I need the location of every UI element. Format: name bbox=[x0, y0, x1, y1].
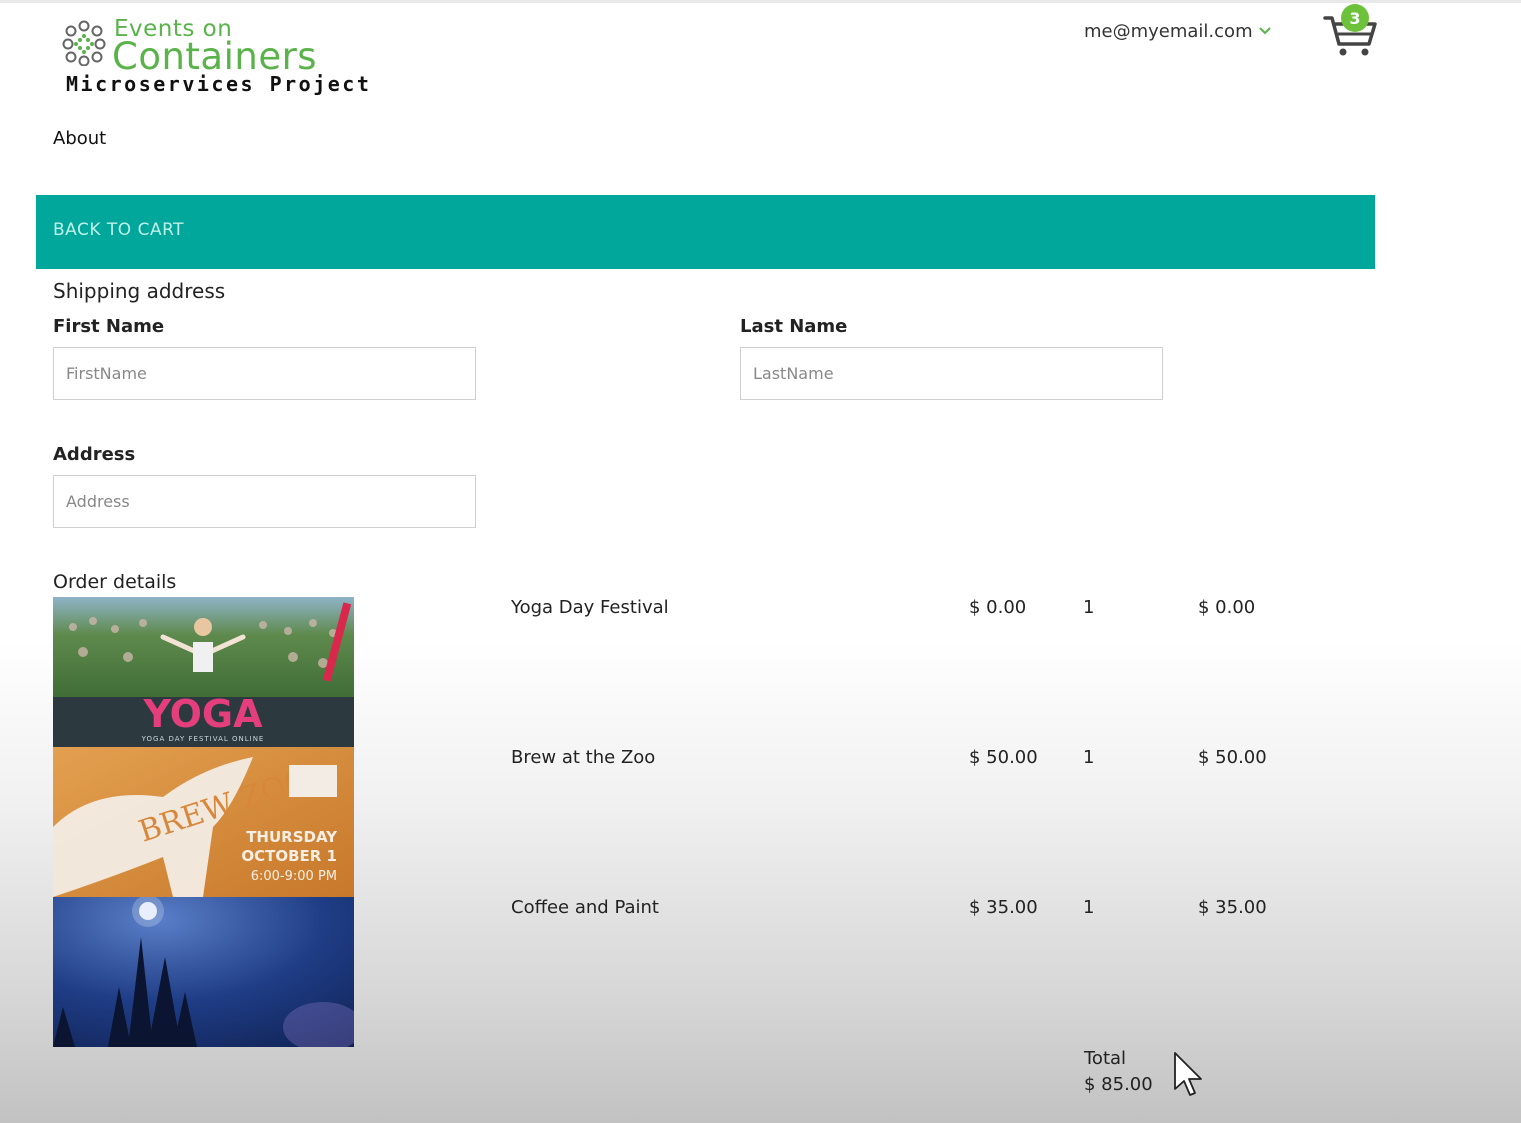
yoga-image-title: YOGA bbox=[142, 692, 263, 736]
total-value: $ 85.00 bbox=[1084, 1074, 1153, 1095]
mouse-cursor-icon bbox=[1174, 1052, 1202, 1096]
nav-about-link[interactable]: About bbox=[53, 128, 106, 149]
item-subtotal: $ 50.00 bbox=[1198, 747, 1267, 768]
item-name: Yoga Day Festival bbox=[511, 597, 669, 618]
brew-image-time: 6:00-9:00 PM bbox=[251, 869, 337, 884]
event-image-coffee-paint bbox=[53, 897, 354, 1047]
top-rule bbox=[0, 0, 1521, 3]
event-image-yoga: YOGA YOGA DAY FESTIVAL ONLINE bbox=[53, 597, 354, 747]
last-name-label: Last Name bbox=[740, 316, 848, 337]
item-quantity: 1 bbox=[1083, 747, 1095, 768]
user-email: me@myemail.com bbox=[1084, 20, 1253, 42]
brew-image-date: THURSDAY bbox=[246, 828, 338, 846]
item-price: $ 35.00 bbox=[969, 897, 1038, 918]
total-label: Total bbox=[1084, 1048, 1127, 1069]
brew-image-date-2: OCTOBER 1 bbox=[241, 847, 337, 865]
yoga-image-caption: YOGA DAY FESTIVAL ONLINE bbox=[141, 735, 265, 743]
logo-line-3: Microservices Project bbox=[66, 72, 372, 96]
first-name-input[interactable] bbox=[53, 347, 476, 400]
address-label: Address bbox=[53, 444, 136, 465]
back-to-cart-banner: BACK TO CART bbox=[36, 195, 1375, 269]
user-menu[interactable]: me@myemail.com bbox=[1084, 19, 1271, 43]
item-price: $ 0.00 bbox=[969, 597, 1027, 618]
chevron-down-icon bbox=[1258, 27, 1271, 35]
item-quantity: 1 bbox=[1083, 897, 1095, 918]
item-price: $ 50.00 bbox=[969, 747, 1038, 768]
order-details-title: Order details bbox=[53, 571, 177, 593]
back-to-cart-link[interactable]: BACK TO CART bbox=[53, 220, 184, 240]
item-quantity: 1 bbox=[1083, 597, 1095, 618]
site-logo[interactable]: Events on Containers Microservices Proje… bbox=[62, 16, 392, 98]
cart-button[interactable]: 3 bbox=[1322, 4, 1378, 60]
item-name: Coffee and Paint bbox=[511, 897, 659, 918]
first-name-label: First Name bbox=[53, 316, 165, 337]
last-name-input[interactable] bbox=[740, 347, 1163, 400]
item-subtotal: $ 0.00 bbox=[1198, 597, 1256, 618]
logo-dots-icon bbox=[62, 20, 106, 66]
shipping-address-title: Shipping address bbox=[53, 279, 226, 303]
cart-count-badge: 3 bbox=[1341, 4, 1369, 32]
event-image-brew-zoo: BREW ZOO THURSDAY OCTOBER 1 6:00-9:00 PM bbox=[53, 747, 354, 897]
item-subtotal: $ 35.00 bbox=[1198, 897, 1267, 918]
item-name: Brew at the Zoo bbox=[511, 747, 656, 768]
address-input[interactable] bbox=[53, 475, 476, 528]
